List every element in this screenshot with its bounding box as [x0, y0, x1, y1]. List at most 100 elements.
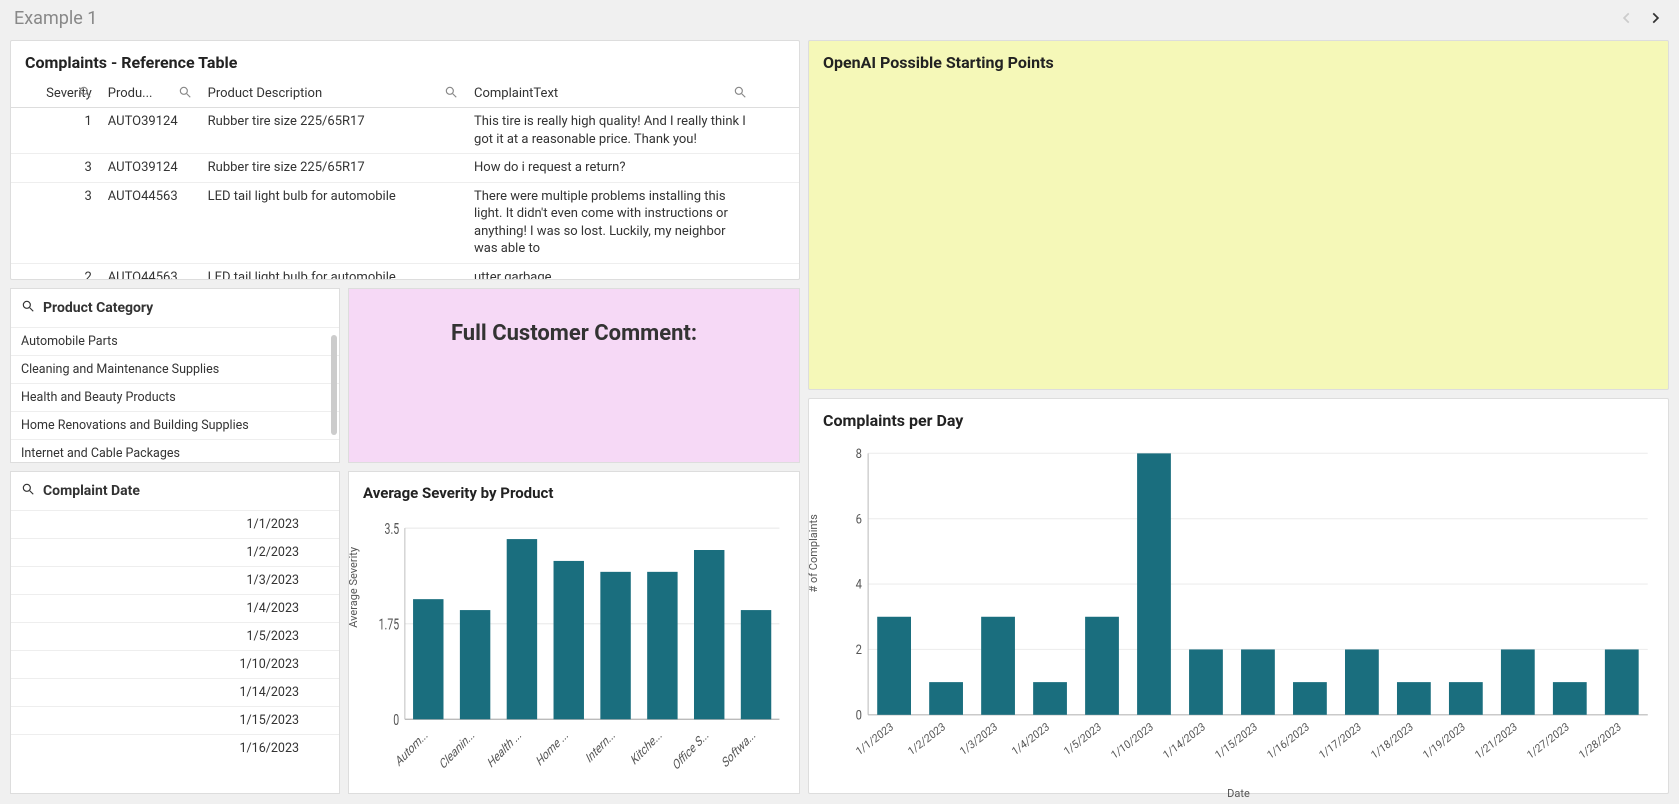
- cpd-title: Complaints per Day: [809, 399, 1668, 438]
- cpd-ylabel: # of Complaints: [807, 514, 820, 592]
- col-complaint-text-label: ComplaintText: [474, 86, 558, 101]
- title-bar: Example 1: [0, 0, 1679, 36]
- list-item[interactable]: 1/1/2023: [11, 510, 339, 538]
- table-row[interactable]: 3AUTO44563LED tail light bulb for automo…: [11, 182, 799, 263]
- table-row[interactable]: 2AUTO44563LED tail light bulb for automo…: [11, 263, 799, 280]
- comment-title: Full Customer Comment:: [451, 321, 697, 346]
- svg-text:1/10/2023: 1/10/2023: [1109, 720, 1156, 762]
- list-item[interactable]: Automobile Parts: [11, 327, 339, 355]
- svg-text:1/2/2023: 1/2/2023: [906, 720, 948, 759]
- svg-text:Autom...: Autom...: [394, 726, 430, 770]
- svg-text:Office S...: Office S...: [671, 726, 710, 774]
- svg-text:Kitche...: Kitche...: [629, 726, 663, 769]
- list-item[interactable]: 1/2/2023: [11, 538, 339, 566]
- list-item[interactable]: 1/5/2023: [11, 622, 339, 650]
- cell-description: LED tail light bulb for automobile: [200, 182, 466, 263]
- search-icon[interactable]: [21, 299, 35, 317]
- table-row[interactable]: 1AUTO39124Rubber tire size 225/65R17This…: [11, 108, 799, 154]
- svg-text:1/28/2023: 1/28/2023: [1577, 720, 1624, 762]
- category-header-label: Product Category: [43, 300, 153, 316]
- cell-product-id: AUTO44563: [100, 182, 200, 263]
- svg-text:Home ...: Home ...: [535, 726, 571, 770]
- scrollbar-thumb[interactable]: [331, 335, 337, 435]
- product-category-filter-panel: Product Category Automobile PartsCleanin…: [10, 288, 340, 463]
- svg-text:Intern...: Intern...: [584, 726, 617, 767]
- col-severity[interactable]: Severity: [11, 80, 100, 108]
- complaints-reference-table-panel: Complaints - Reference Table Severity Pr…: [10, 40, 800, 280]
- svg-text:8: 8: [856, 446, 863, 461]
- reference-table[interactable]: Severity Produ... Product: [11, 80, 799, 280]
- svg-text:0: 0: [856, 708, 862, 723]
- table-header-row: Severity Produ... Product: [11, 80, 799, 108]
- svg-text:1/4/2023: 1/4/2023: [1009, 720, 1051, 759]
- openai-title: OpenAI Possible Starting Points: [809, 41, 1668, 84]
- cell-complaint: How do i request a return?: [466, 154, 755, 183]
- cell-spacer: [755, 263, 799, 280]
- avg-chart[interactable]: Average Severity 01.753.5Autom...Cleanin…: [349, 510, 799, 793]
- list-item[interactable]: Home Renovations and Building Supplies: [11, 411, 339, 439]
- svg-text:1/14/2023: 1/14/2023: [1161, 720, 1208, 762]
- svg-text:1/15/2023: 1/15/2023: [1213, 720, 1260, 762]
- cpd-chart[interactable]: # of Complaints 024681/1/20231/2/20231/3…: [809, 438, 1668, 793]
- list-item[interactable]: 1/15/2023: [11, 706, 339, 734]
- complaints-per-day-panel: Complaints per Day # of Complaints 02468…: [808, 398, 1669, 794]
- search-icon[interactable]: [78, 85, 92, 103]
- cell-spacer: [755, 108, 799, 154]
- col-product-id[interactable]: Produ...: [100, 80, 200, 108]
- ref-table-title: Complaints - Reference Table: [11, 41, 799, 80]
- search-icon[interactable]: [733, 85, 747, 103]
- cell-severity: 2: [11, 263, 100, 280]
- svg-text:1/19/2023: 1/19/2023: [1421, 720, 1468, 762]
- search-icon[interactable]: [21, 482, 35, 500]
- list-item[interactable]: 1/14/2023: [11, 678, 339, 706]
- avg-title: Average Severity by Product: [349, 472, 799, 510]
- cell-spacer: [755, 154, 799, 183]
- list-item[interactable]: Cleaning and Maintenance Supplies: [11, 355, 339, 383]
- svg-text:1.75: 1.75: [379, 616, 399, 634]
- list-item[interactable]: 1/4/2023: [11, 594, 339, 622]
- search-icon[interactable]: [444, 85, 458, 103]
- list-item[interactable]: 1/3/2023: [11, 566, 339, 594]
- cell-severity: 3: [11, 154, 100, 183]
- avg-severity-panel: Average Severity by Product Average Seve…: [348, 471, 800, 794]
- complaint-date-filter-panel: Complaint Date 1/1/20231/2/20231/3/20231…: [10, 471, 340, 794]
- cell-product-id: AUTO44563: [100, 263, 200, 280]
- cell-product-id: AUTO39124: [100, 108, 200, 154]
- svg-text:1/5/2023: 1/5/2023: [1061, 720, 1103, 759]
- col-complaint-text[interactable]: ComplaintText: [466, 80, 755, 108]
- svg-text:Health ...: Health ...: [486, 726, 523, 771]
- list-item[interactable]: 1/10/2023: [11, 650, 339, 678]
- nav-prev-button[interactable]: [1617, 8, 1637, 28]
- cell-description: Rubber tire size 225/65R17: [200, 108, 466, 154]
- col-description[interactable]: Product Description: [200, 80, 466, 108]
- cell-description: Rubber tire size 225/65R17: [200, 154, 466, 183]
- cell-severity: 1: [11, 108, 100, 154]
- svg-text:3.5: 3.5: [385, 521, 400, 539]
- svg-text:1/18/2023: 1/18/2023: [1369, 720, 1416, 762]
- col-product-id-label: Produ...: [108, 86, 153, 101]
- svg-text:1/1/2023: 1/1/2023: [854, 720, 896, 759]
- full-customer-comment-panel: Full Customer Comment:: [348, 288, 800, 463]
- category-filter-header[interactable]: Product Category: [11, 289, 339, 327]
- svg-text:1/17/2023: 1/17/2023: [1317, 720, 1364, 762]
- col-spacer: [755, 80, 799, 108]
- table-row[interactable]: 3AUTO39124Rubber tire size 225/65R17How …: [11, 154, 799, 183]
- cell-complaint: utter garbage: [466, 263, 755, 280]
- list-item[interactable]: 1/16/2023: [11, 734, 339, 762]
- list-item[interactable]: Internet and Cable Packages: [11, 439, 339, 463]
- cell-spacer: [755, 182, 799, 263]
- svg-text:Cleanin...: Cleanin...: [438, 726, 476, 773]
- page-title: Example 1: [14, 8, 97, 29]
- list-item[interactable]: Health and Beauty Products: [11, 383, 339, 411]
- svg-text:0: 0: [393, 712, 399, 730]
- nav-next-button[interactable]: [1645, 8, 1665, 28]
- svg-text:1/21/2023: 1/21/2023: [1473, 720, 1520, 762]
- search-icon[interactable]: [178, 85, 192, 103]
- cell-severity: 3: [11, 182, 100, 263]
- date-filter-header[interactable]: Complaint Date: [11, 472, 339, 510]
- svg-text:1/16/2023: 1/16/2023: [1265, 720, 1312, 762]
- openai-starting-points-panel: OpenAI Possible Starting Points: [808, 40, 1669, 390]
- svg-text:6: 6: [856, 512, 863, 527]
- svg-text:Softwa...: Softwa...: [720, 726, 757, 771]
- cpd-xlabel: Date: [819, 787, 1658, 804]
